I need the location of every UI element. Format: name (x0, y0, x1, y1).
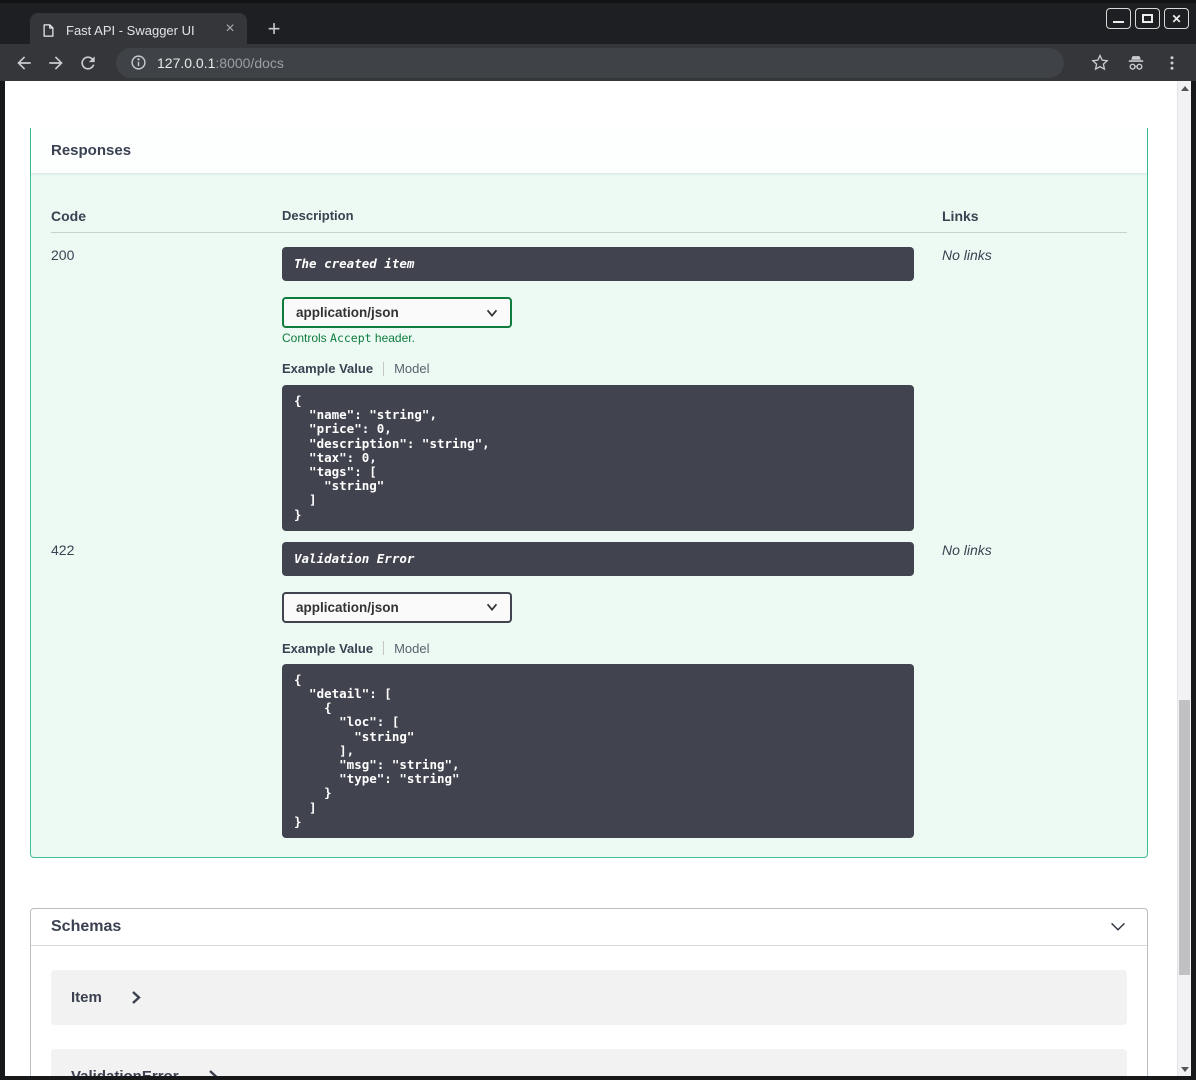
close-button[interactable]: ✕ (1164, 8, 1189, 29)
tab-divider (383, 361, 385, 376)
accept-header-note: Controls Accept header. (282, 331, 415, 345)
scroll-up-button[interactable] (1178, 81, 1191, 95)
chevron-right-icon[interactable] (207, 1068, 219, 1076)
response-links: No links (942, 541, 992, 558)
profile-button[interactable] (1122, 49, 1150, 77)
scroll-up-icon (1181, 85, 1189, 91)
example-json: { "name": "string", "price": 0, "descrip… (294, 393, 490, 522)
maximize-icon (1142, 14, 1153, 23)
url-host: 127.0.0.1 (157, 54, 216, 71)
response-row-200: 200 The created item application/json Co… (51, 233, 1127, 531)
status-code: 422 (51, 541, 75, 558)
example-json: { "detail": [ { "loc": [ "string" ], "ms… (294, 671, 460, 829)
info-icon[interactable] (130, 54, 147, 71)
response-description: The created item (282, 247, 914, 281)
close-icon: ✕ (1171, 11, 1182, 26)
page-scrollbar[interactable] (1177, 81, 1191, 1076)
window-controls: ✕ (1106, 8, 1189, 29)
new-tab-button[interactable]: + (260, 16, 288, 44)
schemas-body: Item ValidationError (31, 946, 1147, 1076)
responses-title: Responses (51, 142, 132, 159)
column-header-description: Description (282, 208, 354, 223)
document-icon (43, 23, 54, 37)
status-code: 200 (51, 247, 75, 263)
example-json-block: { "detail": [ { "loc": [ "string" ], "ms… (282, 663, 914, 839)
scrollbar-thumb[interactable] (1179, 700, 1190, 975)
incognito-icon (1128, 55, 1144, 70)
kebab-menu-icon (1170, 55, 1174, 70)
forward-button[interactable] (42, 49, 70, 77)
address-bar[interactable]: 127.0.0.1:8000/docs (116, 47, 1064, 78)
responses-table: Code Description Links 200 The created i… (51, 208, 1127, 839)
tab-example-value[interactable]: Example Value (282, 361, 373, 376)
tab-model[interactable]: Model (394, 641, 429, 656)
model-name: Item (71, 989, 102, 1007)
bookmark-button[interactable] (1086, 49, 1114, 77)
model-card-item[interactable]: Item (51, 970, 1127, 1026)
tab-model[interactable]: Model (394, 361, 429, 376)
media-type-select[interactable]: application/json (282, 591, 512, 623)
forward-icon (49, 55, 63, 70)
reload-button[interactable] (74, 49, 102, 77)
browser-titlebar: Fast API - Swagger UI × + ✕ (0, 0, 1196, 47)
scroll-down-icon (1181, 1066, 1189, 1072)
chevron-down-icon[interactable] (1107, 916, 1129, 938)
browser-toolbar: 127.0.0.1:8000/docs (0, 44, 1196, 81)
reload-icon (81, 55, 95, 70)
response-description-cell: Validation Error application/json Exampl… (282, 541, 914, 839)
model-card-validationerror[interactable]: ValidationError (51, 1049, 1127, 1076)
column-header-code: Code (51, 208, 86, 224)
tab-divider (383, 641, 385, 656)
maximize-button[interactable] (1135, 8, 1160, 29)
menu-button[interactable] (1158, 49, 1186, 77)
chevron-down-icon (486, 309, 498, 317)
back-icon (17, 55, 31, 70)
example-model-tabs: Example Value Model (282, 361, 914, 376)
tab-example-value[interactable]: Example Value (282, 641, 373, 656)
chevron-right-icon[interactable] (130, 989, 142, 1006)
responses-table-header: Code Description Links (51, 208, 1127, 233)
response-description: Validation Error (282, 541, 914, 576)
browser-tab[interactable]: Fast API - Swagger UI × (30, 13, 247, 47)
minimize-button[interactable] (1106, 8, 1131, 29)
schemas-title: Schemas (51, 918, 122, 936)
chevron-down-icon (486, 604, 498, 612)
model-name: ValidationError (71, 1068, 179, 1076)
response-links: No links (942, 247, 992, 263)
media-type-value: application/json (296, 599, 399, 615)
tab-close-icon[interactable]: × (221, 21, 239, 39)
example-json-block: { "name": "string", "price": 0, "descrip… (282, 385, 914, 531)
example-model-tabs: Example Value Model (282, 641, 914, 656)
column-header-links: Links (942, 208, 979, 224)
responses-section-header[interactable]: Responses (31, 128, 1147, 173)
schemas-header[interactable]: Schemas (31, 909, 1147, 947)
response-description-cell: The created item application/json Contro… (282, 247, 914, 531)
minimize-icon (1113, 20, 1124, 23)
media-type-select[interactable]: application/json (282, 297, 512, 328)
url-path: :8000/docs (215, 54, 284, 71)
schemas-section: Schemas Item ValidationError (30, 908, 1148, 1076)
back-button[interactable] (10, 49, 38, 77)
response-row-422: 422 Validation Error application/json Ex… (51, 531, 1127, 839)
operation-block: Responses Code Description Links 200 The… (30, 128, 1148, 859)
tab-title: Fast API - Swagger UI (66, 22, 195, 38)
scroll-down-button[interactable] (1178, 1062, 1191, 1076)
url-text: 127.0.0.1:8000/docs (157, 55, 284, 71)
star-icon (1091, 53, 1109, 70)
page-content: Responses Code Description Links 200 The… (5, 81, 1191, 1076)
media-type-value: application/json (296, 305, 399, 320)
